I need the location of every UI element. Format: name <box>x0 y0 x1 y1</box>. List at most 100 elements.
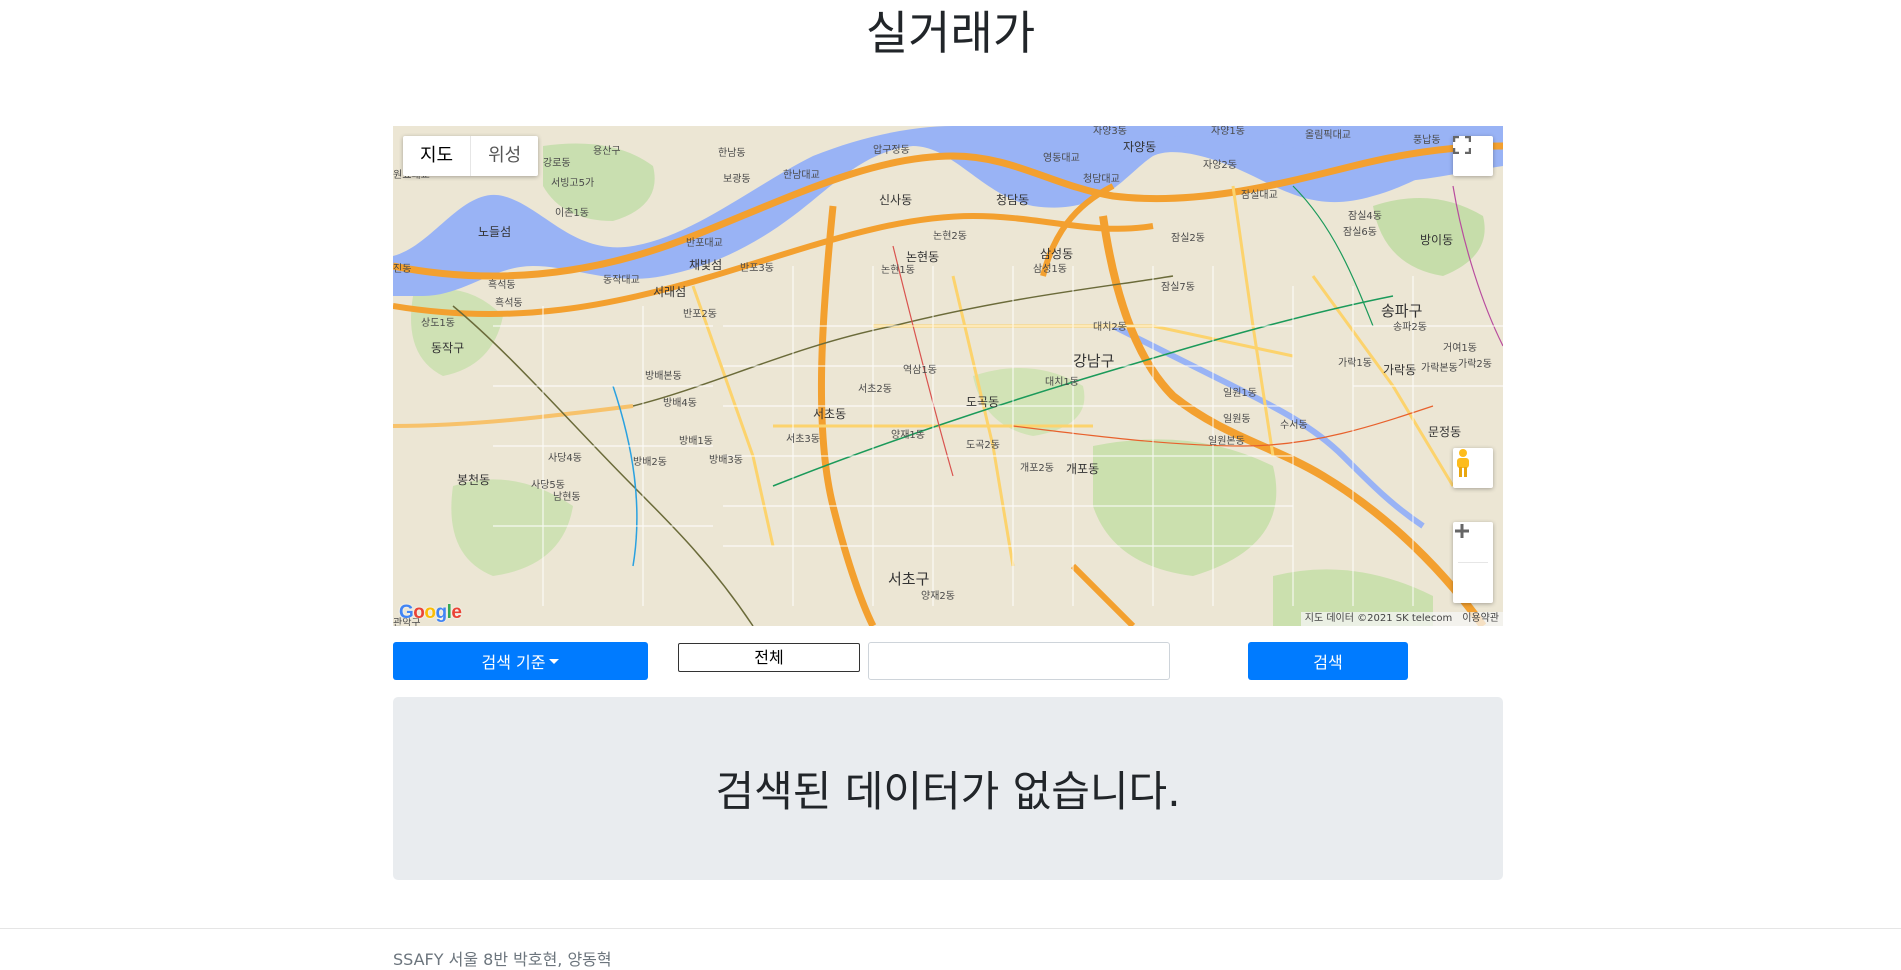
map-label: 흑석동 <box>488 278 516 291</box>
empty-result-panel: 검색된 데이터가 없습니다. <box>393 697 1503 880</box>
map-type-satellite-button[interactable]: 위성 <box>470 136 538 176</box>
map-label: 서초2동 <box>858 383 892 395</box>
zoom-control[interactable] <box>1453 522 1493 603</box>
search-scope-select[interactable]: 전체 <box>678 643 860 672</box>
map-label: 가락동 <box>1383 363 1416 377</box>
map-label: 자양3동 <box>1093 126 1127 137</box>
map-label: 잠실4동 <box>1348 210 1382 222</box>
map-label: 서래섬 <box>653 285 686 299</box>
map-label: 방배1동 <box>679 435 713 447</box>
map-label: 송파구 <box>1381 302 1422 320</box>
map-label: 한남대교 <box>783 169 820 181</box>
map-label: 보광동 <box>723 173 751 185</box>
map-label: 동작대교 <box>603 274 640 286</box>
map-type-control[interactable]: 지도 위성 <box>403 136 539 176</box>
search-criteria-dropdown[interactable]: 검색 기준 <box>393 642 648 680</box>
search-criteria-label: 검색 기준 <box>481 653 546 672</box>
map-label: 가락2동 <box>1458 358 1492 370</box>
map-label: 올림픽대교 <box>1305 129 1351 141</box>
street-view-button[interactable] <box>1453 448 1493 488</box>
map-label: 진동 <box>393 263 411 275</box>
map-type-map-button[interactable]: 지도 <box>403 136 470 176</box>
map-label: 자양2동 <box>1203 159 1237 171</box>
map-label: 봉천동 <box>457 472 490 487</box>
map-label: 잠실2동 <box>1171 232 1205 244</box>
page-title: 실거래가 <box>865 6 1036 60</box>
map-label: 동작구 <box>431 341 464 355</box>
map-label: 반포대교 <box>686 237 723 249</box>
map-label: 이촌1동 <box>555 207 589 219</box>
map-label: 서초동 <box>813 407 846 421</box>
map-label: 상도1동 <box>421 317 455 329</box>
map-label: 반포2동 <box>683 308 717 320</box>
map-label: 채빛섬 <box>689 258 722 272</box>
map-label: 개포동 <box>1066 462 1099 476</box>
minus-icon <box>1455 529 1469 533</box>
map-label: 논현2동 <box>933 230 967 242</box>
map-label: 수서동 <box>1280 419 1308 431</box>
map-label: 사당4동 <box>548 452 582 464</box>
map-label: 일원동 <box>1223 413 1251 425</box>
map-label: 가락1동 <box>1338 357 1372 369</box>
map-label: 일원본동 <box>1208 435 1245 447</box>
map-label: 도곡2동 <box>966 439 1000 451</box>
map-label: 방배3동 <box>709 454 743 466</box>
map-label: 논현동 <box>906 250 939 264</box>
map-attribution: 지도 데이터 ©2021 SK telecom 이용약관 <box>1300 612 1503 626</box>
map-label: 사당5동 <box>531 479 565 491</box>
map[interactable]: 용산구 노들섬 반포대교 채빛섬 서래섬 동작대교 한남대교 신사동 청담동 논… <box>393 126 1503 626</box>
map-label: 반포3동 <box>740 262 774 274</box>
map-label: 방배4동 <box>663 397 697 409</box>
map-label: 개포2동 <box>1020 462 1054 474</box>
map-label: 자양동 <box>1123 140 1156 154</box>
map-label: 문정동 <box>1428 425 1461 439</box>
map-label: 영동대교 <box>1043 152 1080 164</box>
map-label: 잠실대교 <box>1241 189 1278 201</box>
map-label: 서초구 <box>888 570 929 588</box>
map-label: 방배본동 <box>645 370 682 382</box>
map-label: 방배2동 <box>633 456 667 468</box>
map-label: 남현동 <box>553 491 581 503</box>
map-label: 삼성1동 <box>1033 263 1067 275</box>
map-label: 양재2동 <box>921 590 955 602</box>
map-label: 자양1동 <box>1211 126 1245 137</box>
footer-divider <box>0 928 1901 929</box>
map-label: 일원1동 <box>1223 387 1257 399</box>
fullscreen-icon <box>1453 136 1471 154</box>
map-canvas[interactable]: 용산구 노들섬 반포대교 채빛섬 서래섬 동작대교 한남대교 신사동 청담동 논… <box>393 126 1503 626</box>
fullscreen-button[interactable] <box>1453 136 1493 176</box>
map-label: 도곡동 <box>966 395 999 409</box>
map-label: 서초3동 <box>786 433 820 445</box>
search-input[interactable] <box>868 642 1170 680</box>
google-logo: Google <box>399 602 462 623</box>
map-label: 삼성동 <box>1040 247 1073 261</box>
pegman-icon <box>1457 449 1469 477</box>
map-label: 서빙고5가 <box>551 177 594 189</box>
map-label: 거여1동 <box>1443 342 1477 354</box>
map-data-credit: 지도 데이터 ©2021 SK telecom <box>1304 613 1453 624</box>
map-label: 역삼1동 <box>903 364 937 376</box>
terms-link[interactable]: 이용약관 <box>1462 612 1499 626</box>
caret-down-icon <box>549 658 560 664</box>
map-label: 강남구 <box>1073 352 1114 370</box>
map-label: 양재1동 <box>891 429 925 441</box>
map-label: 신사동 <box>879 193 912 207</box>
map-label: 노들섬 <box>478 225 511 239</box>
map-label: 논현1동 <box>881 264 915 276</box>
map-label: 송파2동 <box>1393 321 1427 333</box>
map-label: 청담동 <box>996 193 1029 207</box>
empty-result-message: 검색된 데이터가 없습니다. <box>715 767 1181 816</box>
map-label: 용산구 <box>593 145 621 157</box>
search-button[interactable]: 검색 <box>1248 642 1408 680</box>
map-label: 한남동 <box>718 147 746 159</box>
map-label: 강로동 <box>543 157 571 169</box>
map-label: 압구정동 <box>873 143 910 156</box>
map-label: 잠실7동 <box>1161 281 1195 293</box>
map-label: 풍납동 <box>1413 134 1441 146</box>
footer-text: SSAFY 서울 8반 박호현, 양동혁 <box>393 950 612 969</box>
map-label: 청담대교 <box>1083 173 1120 185</box>
map-label: 흑석동 <box>495 296 523 309</box>
map-label: 대치2동 <box>1093 321 1127 333</box>
zoom-out-button[interactable] <box>1453 529 1493 603</box>
map-label: 잠실6동 <box>1343 226 1377 238</box>
